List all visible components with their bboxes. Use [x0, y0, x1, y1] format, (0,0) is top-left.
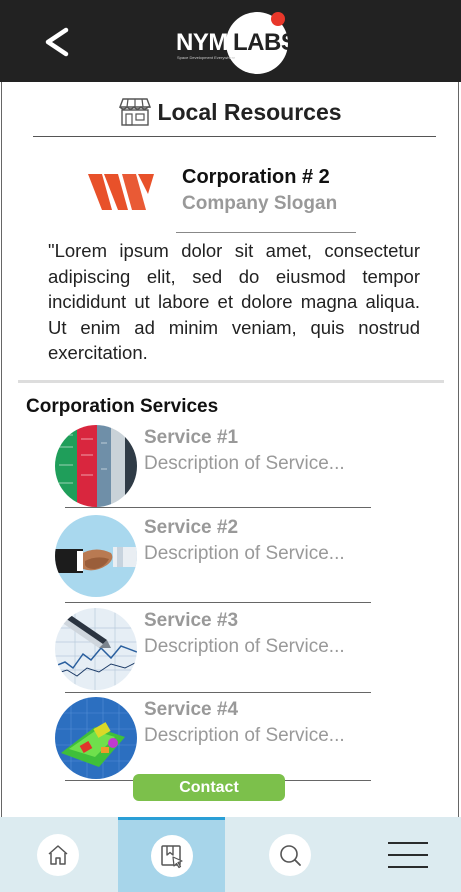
service-description: Description of Service...	[144, 636, 345, 657]
tab-search[interactable]	[236, 817, 343, 892]
corporation-slogan: Company Slogan	[182, 193, 338, 214]
tab-menu[interactable]	[354, 817, 461, 892]
service-title: Service #1	[144, 427, 239, 448]
app-header: NYM LABS Space Development Everywhere	[0, 0, 461, 82]
service-title: Service #2	[144, 517, 239, 538]
services-section-title: Corporation Services	[26, 396, 219, 417]
logo-text-labs: LABS	[233, 29, 297, 56]
logo-dot	[271, 12, 285, 26]
tab-bookmarks-circle	[150, 835, 193, 877]
back-button[interactable]	[40, 22, 80, 62]
chevron-left-icon	[45, 27, 69, 57]
logo-text-nym: NYM	[176, 29, 228, 56]
left-border	[1, 82, 2, 892]
corporation-description: "Lorem ipsum dolor sit amet, consectetur…	[48, 240, 420, 363]
bookmark-select-icon	[160, 845, 183, 869]
service-description: Description of Service...	[144, 543, 345, 564]
bottom-tab-bar	[0, 817, 461, 892]
nymlabs-logo[interactable]: NYM LABS Space Development Everywhere	[172, 12, 297, 74]
tab-home-circle	[36, 833, 79, 876]
service-divider	[65, 507, 371, 508]
service-item-2[interactable]: Service #2 Description of Service...	[55, 515, 385, 605]
handshake-image	[55, 515, 137, 597]
corporation-logo	[88, 174, 154, 210]
contact-button[interactable]: Contact	[133, 774, 285, 801]
page-heading: Local Resources	[0, 92, 461, 132]
page-title: Local Resources	[157, 98, 342, 125]
service-divider	[65, 602, 371, 603]
storefront-icon	[119, 98, 152, 126]
heading-divider	[33, 136, 436, 137]
home-icon	[48, 844, 67, 865]
section-divider	[18, 380, 444, 383]
tab-bookmarks[interactable]	[118, 817, 225, 892]
service-item-3[interactable]: Service #3 Description of Service...	[55, 608, 385, 698]
corporation-divider	[176, 232, 356, 233]
service-divider	[65, 692, 371, 693]
service-title: Service #4	[144, 699, 239, 720]
pen-on-chart-image	[55, 608, 137, 690]
circuit-boards-image	[55, 425, 137, 507]
logo-tagline: Space Development Everywhere	[177, 55, 236, 60]
right-border	[458, 82, 459, 892]
menu-icon	[387, 841, 428, 868]
service-description: Description of Service...	[144, 453, 345, 474]
service-description: Description of Service...	[144, 725, 345, 746]
service-item-1[interactable]: Service #1 Description of Service...	[55, 425, 385, 515]
tab-search-circle	[268, 833, 311, 876]
cad-engine-model-image	[55, 697, 137, 779]
search-icon	[279, 844, 301, 866]
corporation-name: Corporation # 2	[182, 166, 330, 188]
service-title: Service #3	[144, 610, 239, 631]
tab-home[interactable]	[4, 817, 111, 892]
